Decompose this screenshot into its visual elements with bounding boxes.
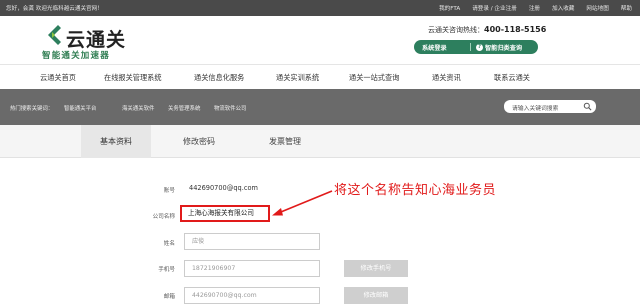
site-header: 云通关 智能通关加速器 云通关咨询热线：400-118-5156 系统登录 ? … <box>0 16 640 64</box>
logo-text[interactable]: 云通关 <box>66 25 126 52</box>
logo-slogan: 智能通关加速器 <box>42 51 110 61</box>
header-buttons: 系统登录 ? 智能归类查询 <box>414 40 538 54</box>
hot-search-bar: 热门搜索关键词： 智能通关平台 海关通关软件 关务管理系统 物流软件公司 请输入… <box>0 89 640 125</box>
nav-news[interactable]: 通关资讯 <box>432 73 461 83</box>
hot-search-label: 热门搜索关键词： <box>10 106 54 112</box>
hot-keyword[interactable]: 智能通关平台 <box>64 104 96 112</box>
nav-declaration-system[interactable]: 在线报关管理系统 <box>104 73 162 83</box>
phone-input[interactable]: 18721906907 <box>184 260 320 277</box>
change-email-button[interactable]: 修改邮箱 <box>344 287 408 304</box>
nav-info-service[interactable]: 通关信息化服务 <box>194 73 244 83</box>
account-value: 442690700@qq.com <box>189 184 258 192</box>
search-placeholder: 请输入关键词搜索 <box>512 106 559 112</box>
name-label: 姓名 <box>163 241 175 247</box>
favorite-link[interactable]: 加入收藏 <box>552 4 574 12</box>
company-name-field[interactable]: 上海心海报关有限公司 <box>180 205 270 222</box>
change-phone-button[interactable]: 修改手机号 <box>344 260 408 277</box>
main-nav: 云通关首页 在线报关管理系统 通关信息化服务 通关实训系统 通关一站式查询 通关… <box>0 64 640 89</box>
hotline: 云通关咨询热线：400-118-5156 <box>428 25 546 35</box>
register-link[interactable]: 注册 <box>529 4 540 12</box>
hot-keyword[interactable]: 物流软件公司 <box>214 104 246 112</box>
hot-keyword[interactable]: 海关通关软件 <box>122 104 154 112</box>
hotline-label: 云通关咨询热线： <box>428 26 484 34</box>
company-label: 公司名称 <box>152 214 175 220</box>
annotation-arrow <box>272 190 333 216</box>
help-link[interactable]: 帮助 <box>621 4 632 12</box>
search-input[interactable]: 请输入关键词搜索 <box>504 100 596 113</box>
tab-basic-info[interactable]: 基本资料 <box>81 125 151 158</box>
hot-keyword[interactable]: 关务管理系统 <box>168 104 200 112</box>
annotation-text: 将这个名称告知心海业务员 <box>334 183 497 198</box>
email-input[interactable]: 442690700@qq.com <box>184 287 320 304</box>
my-fta-link[interactable]: 我的FTA <box>439 4 460 12</box>
top-links: 我的FTA 请登录 / 企业注册 注册 加入收藏 网站地图 帮助 <box>439 4 632 12</box>
nav-home[interactable]: 云通关首页 <box>40 73 76 83</box>
tab-invoice[interactable]: 发票管理 <box>250 125 320 158</box>
nav-contact[interactable]: 联系云通关 <box>494 73 530 83</box>
login-register-link[interactable]: 请登录 / 企业注册 <box>472 4 517 12</box>
tab-change-password[interactable]: 修改密码 <box>166 125 232 158</box>
sitemap-link[interactable]: 网站地图 <box>586 4 608 12</box>
smart-classify-label: 智能归类查询 <box>485 44 523 52</box>
nav-one-stop-query[interactable]: 通关一站式查询 <box>349 73 399 83</box>
hotline-number: 400-118-5156 <box>484 25 547 34</box>
welcome-text: 您好，会龚 欢迎光临科越云通关官网！ <box>6 6 103 12</box>
system-login-button[interactable]: 系统登录 <box>414 43 470 52</box>
top-bar: 您好，会龚 欢迎光临科越云通关官网！ 我的FTA 请登录 / 企业注册 注册 加… <box>0 0 640 16</box>
email-label: 邮箱 <box>163 294 175 300</box>
profile-form: 账号 442690700@qq.com 公司名称 上海心海报关有限公司 姓名 应… <box>0 158 640 304</box>
account-label: 账号 <box>163 188 175 194</box>
nav-training-system[interactable]: 通关实训系统 <box>276 73 319 83</box>
name-input[interactable]: 应俊 <box>184 233 320 250</box>
question-icon: ? <box>476 43 483 51</box>
search-icon[interactable] <box>583 102 592 111</box>
logo-icon <box>48 25 61 45</box>
phone-label: 手机号 <box>158 267 175 273</box>
account-tabs: 基本资料 修改密码 发票管理 <box>0 125 640 158</box>
smart-classify-button[interactable]: ? 智能归类查询 <box>471 43 522 52</box>
